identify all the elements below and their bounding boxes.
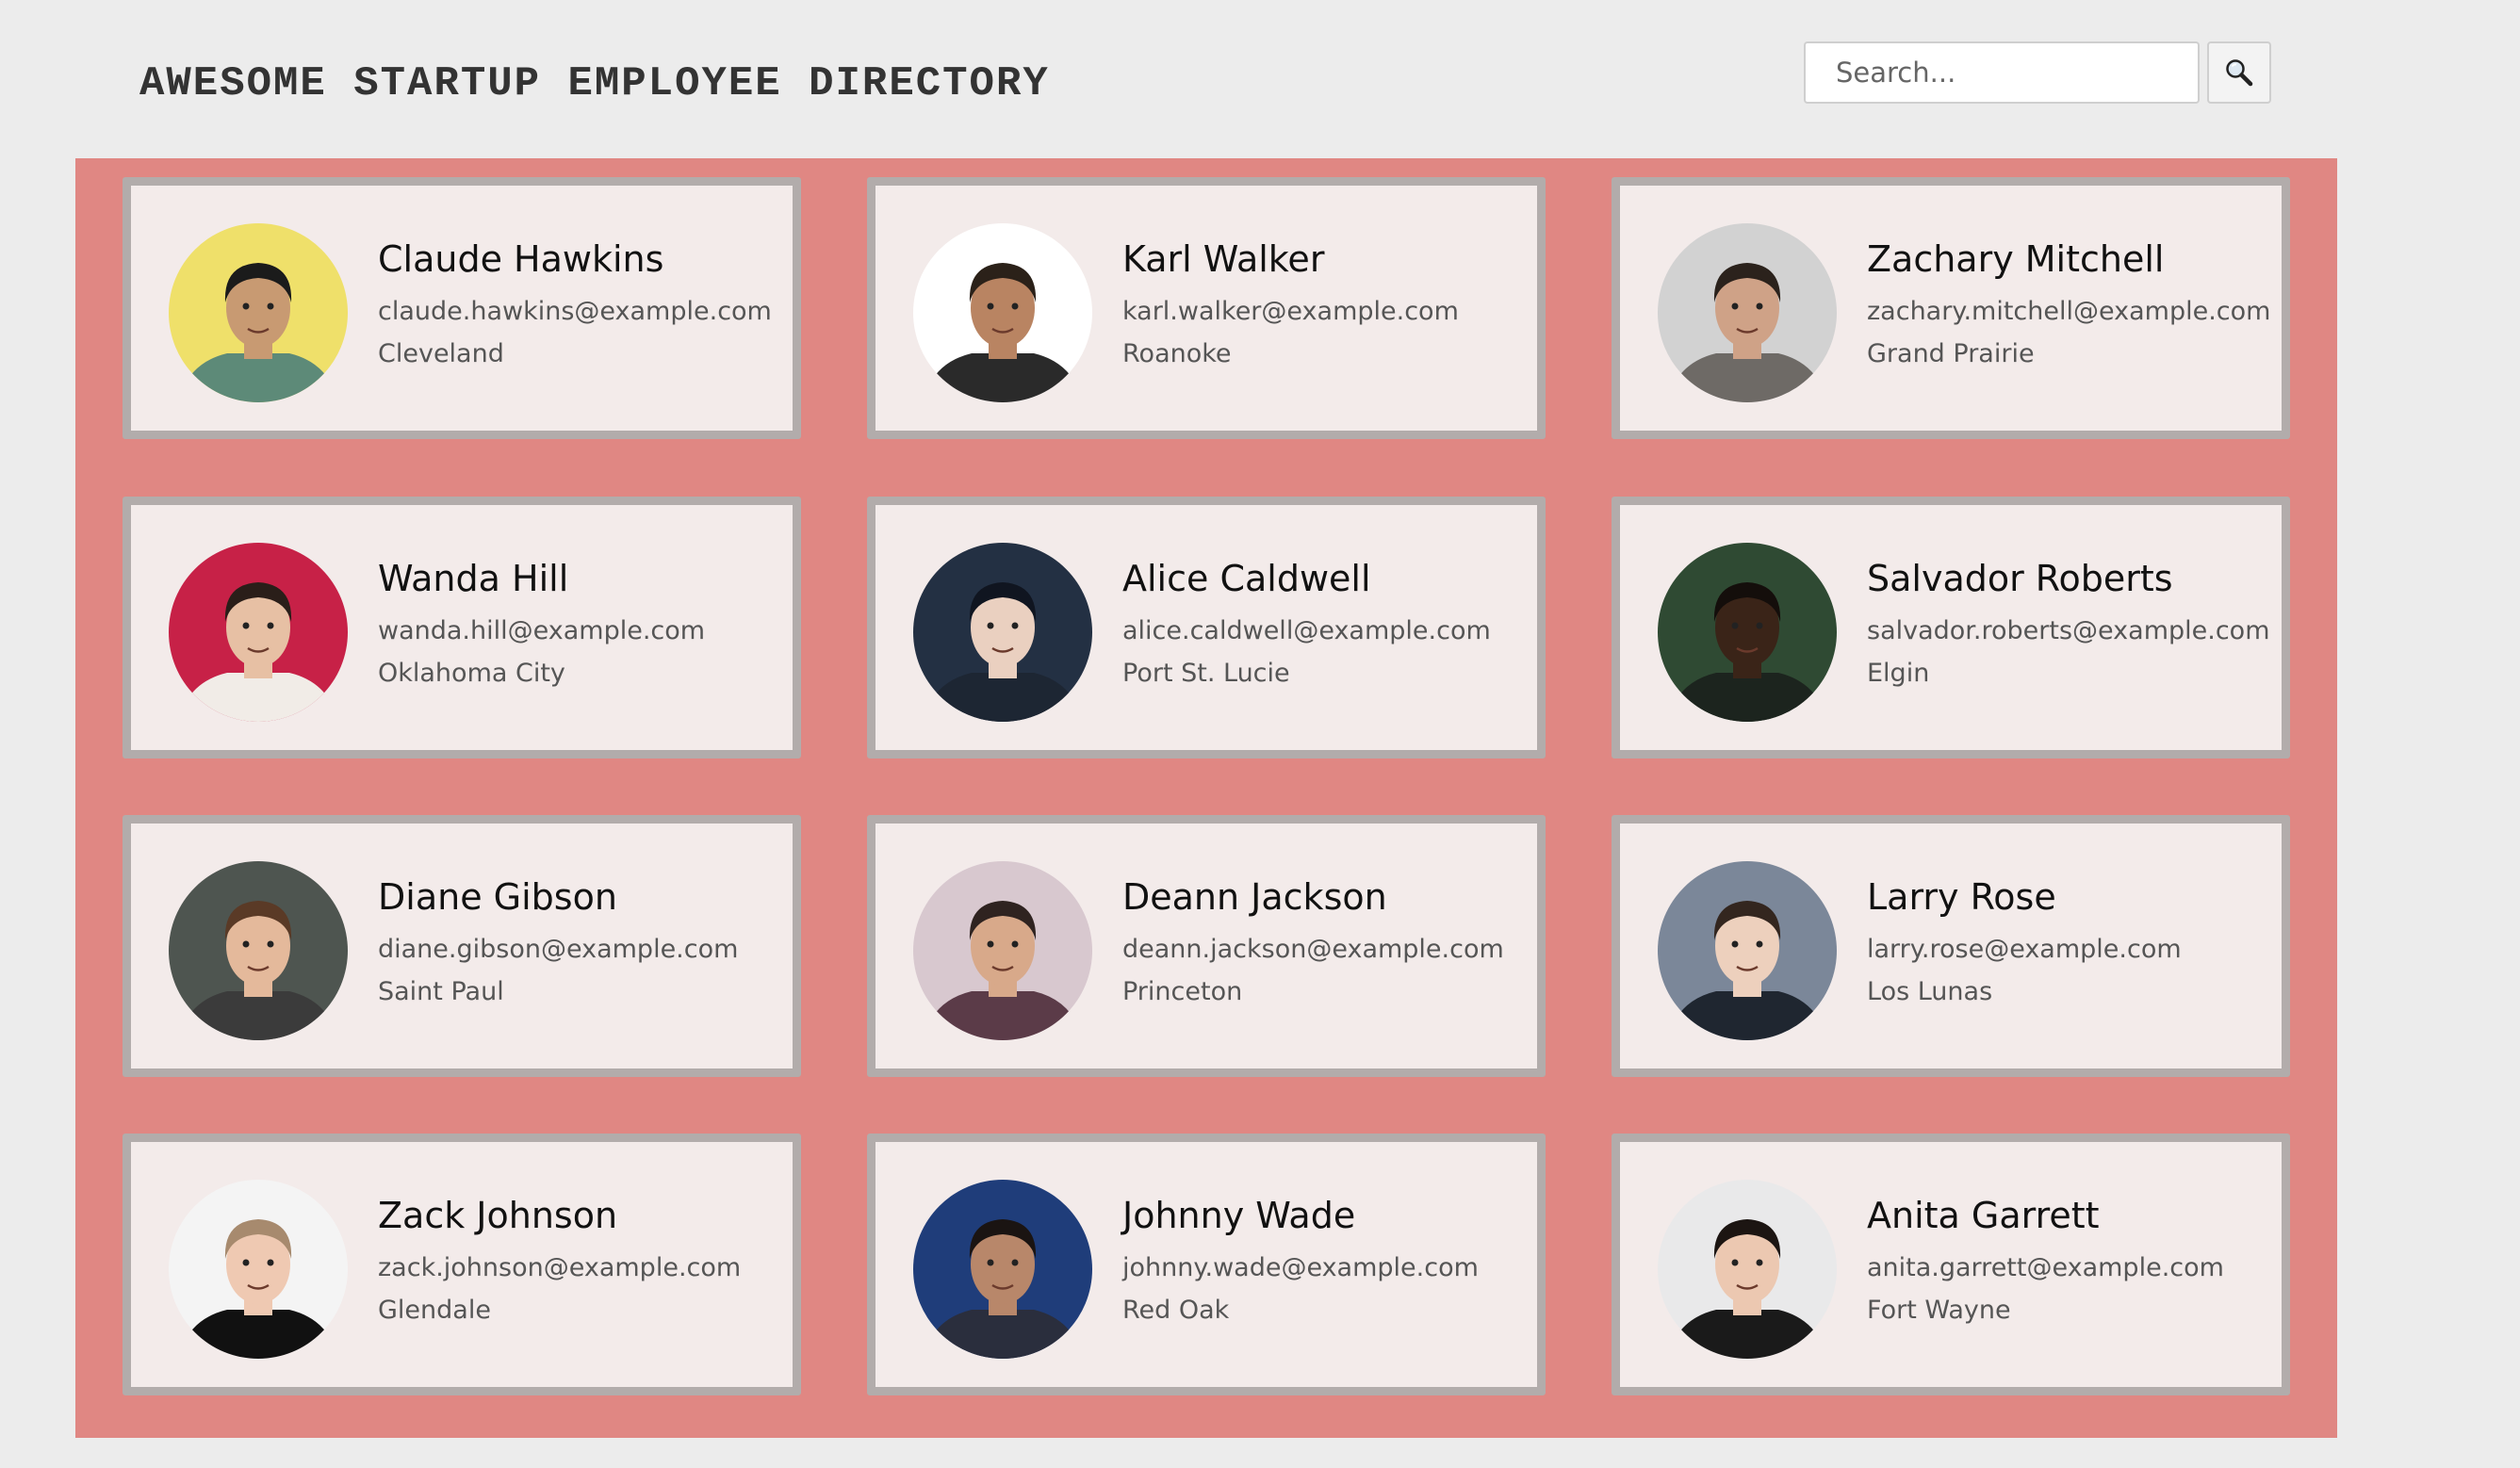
page-title: AWESOME STARTUP EMPLOYEE DIRECTORY (139, 60, 1050, 107)
employee-info: Deann Jackson deann.jackson@example.com … (1122, 876, 1530, 1006)
employee-info: Wanda Hill wanda.hill@example.com Oklaho… (378, 558, 785, 688)
employee-card[interactable]: Anita Garrett anita.garrett@example.com … (1612, 1134, 2290, 1395)
person-photo-icon (913, 543, 1092, 722)
person-photo-icon (169, 543, 348, 722)
employee-email: wanda.hill@example.com (378, 616, 706, 645)
person-photo-icon (1658, 223, 1837, 402)
employee-card[interactable]: Salvador Roberts salvador.roberts@exampl… (1612, 497, 2290, 758)
employee-email: alice.caldwell@example.com (1122, 616, 1491, 645)
employee-name: Anita Garrett (1867, 1195, 2100, 1236)
avatar (1658, 543, 1837, 722)
employee-name: Karl Walker (1122, 238, 1325, 280)
employee-name: Zachary Mitchell (1867, 238, 2165, 280)
employee-email: diane.gibson@example.com (378, 935, 739, 964)
avatar (169, 223, 348, 402)
avatar (1658, 1180, 1837, 1359)
search-input[interactable] (1804, 41, 2200, 104)
avatar (169, 1180, 348, 1359)
employee-name: Johnny Wade (1122, 1195, 1356, 1236)
magnifier-icon (2226, 59, 2253, 87)
avatar (169, 543, 348, 722)
employee-city: Los Lunas (1867, 977, 1993, 1006)
avatar (169, 861, 348, 1040)
employee-info: Zachary Mitchell zachary.mitchell@exampl… (1867, 238, 2274, 368)
employee-email: salvador.roberts@example.com (1867, 616, 2270, 645)
employee-name: Larry Rose (1867, 876, 2056, 918)
employee-city: Fort Wayne (1867, 1296, 2011, 1325)
employee-city: Oklahoma City (378, 659, 565, 688)
employee-gallery: Claude Hawkins claude.hawkins@example.co… (75, 158, 2337, 1438)
employee-city: Cleveland (378, 339, 504, 368)
employee-name: Diane Gibson (378, 876, 617, 918)
avatar (1658, 861, 1837, 1040)
employee-card[interactable]: Larry Rose larry.rose@example.com Los Lu… (1612, 815, 2290, 1077)
search-submit-button[interactable] (2207, 41, 2271, 104)
employee-info: Anita Garrett anita.garrett@example.com … (1867, 1195, 2274, 1325)
employee-info: Diane Gibson diane.gibson@example.com Sa… (378, 876, 785, 1006)
employee-name: Deann Jackson (1122, 876, 1387, 918)
employee-info: Karl Walker karl.walker@example.com Roan… (1122, 238, 1530, 368)
person-photo-icon (913, 1180, 1092, 1359)
employee-card[interactable]: Zachary Mitchell zachary.mitchell@exampl… (1612, 177, 2290, 439)
employee-email: karl.walker@example.com (1122, 297, 1459, 326)
employee-city: Princeton (1122, 977, 1243, 1006)
person-photo-icon (913, 223, 1092, 402)
employee-card[interactable]: Karl Walker karl.walker@example.com Roan… (867, 177, 1546, 439)
employee-card[interactable]: Claude Hawkins claude.hawkins@example.co… (123, 177, 801, 439)
employee-card[interactable]: Deann Jackson deann.jackson@example.com … (867, 815, 1546, 1077)
search-form (1804, 41, 2271, 104)
avatar (913, 861, 1092, 1040)
employee-email: anita.garrett@example.com (1867, 1253, 2224, 1282)
employee-email: johnny.wade@example.com (1122, 1253, 1479, 1282)
employee-info: Larry Rose larry.rose@example.com Los Lu… (1867, 876, 2274, 1006)
employee-email: deann.jackson@example.com (1122, 935, 1504, 964)
person-photo-icon (169, 861, 348, 1040)
avatar (913, 223, 1092, 402)
employee-city: Glendale (378, 1296, 491, 1325)
avatar (1658, 223, 1837, 402)
employee-card[interactable]: Alice Caldwell alice.caldwell@example.co… (867, 497, 1546, 758)
avatar (913, 1180, 1092, 1359)
employee-card[interactable]: Diane Gibson diane.gibson@example.com Sa… (123, 815, 801, 1077)
employee-info: Salvador Roberts salvador.roberts@exampl… (1867, 558, 2274, 688)
employee-card[interactable]: Johnny Wade johnny.wade@example.com Red … (867, 1134, 1546, 1395)
employee-city: Saint Paul (378, 977, 504, 1006)
employee-card[interactable]: Wanda Hill wanda.hill@example.com Oklaho… (123, 497, 801, 758)
employee-name: Wanda Hill (378, 558, 569, 599)
employee-info: Zack Johnson zack.johnson@example.com Gl… (378, 1195, 785, 1325)
employee-card[interactable]: Zack Johnson zack.johnson@example.com Gl… (123, 1134, 801, 1395)
employee-city: Grand Prairie (1867, 339, 2035, 368)
employee-name: Claude Hawkins (378, 238, 664, 280)
employee-city: Roanoke (1122, 339, 1232, 368)
employee-name: Salvador Roberts (1867, 558, 2173, 599)
employee-info: Claude Hawkins claude.hawkins@example.co… (378, 238, 785, 368)
avatar (913, 543, 1092, 722)
employee-info: Johnny Wade johnny.wade@example.com Red … (1122, 1195, 1530, 1325)
employee-name: Alice Caldwell (1122, 558, 1371, 599)
employee-name: Zack Johnson (378, 1195, 618, 1236)
person-photo-icon (1658, 1180, 1837, 1359)
employee-info: Alice Caldwell alice.caldwell@example.co… (1122, 558, 1530, 688)
employee-email: zachary.mitchell@example.com (1867, 297, 2271, 326)
employee-city: Elgin (1867, 659, 1930, 688)
employee-email: larry.rose@example.com (1867, 935, 2182, 964)
person-photo-icon (1658, 543, 1837, 722)
employee-email: claude.hawkins@example.com (378, 297, 772, 326)
person-photo-icon (1658, 861, 1837, 1040)
person-photo-icon (913, 861, 1092, 1040)
person-photo-icon (169, 223, 348, 402)
employee-email: zack.johnson@example.com (378, 1253, 742, 1282)
employee-city: Port St. Lucie (1122, 659, 1290, 688)
employee-city: Red Oak (1122, 1296, 1230, 1325)
person-photo-icon (169, 1180, 348, 1359)
